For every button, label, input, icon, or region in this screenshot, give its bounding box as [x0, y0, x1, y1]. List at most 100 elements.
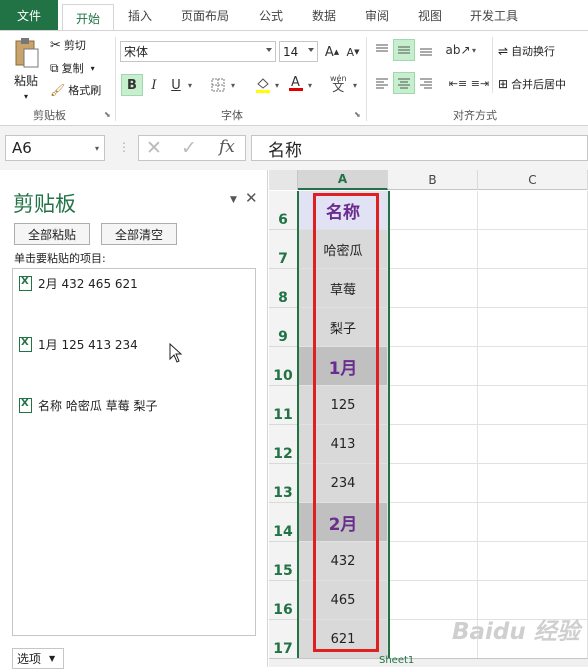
tab-view[interactable]: 视图: [418, 7, 442, 24]
row-header[interactable]: 9: [269, 308, 298, 347]
clipboard-item[interactable]: 2月 432 465 621: [19, 275, 138, 292]
row-header[interactable]: 11: [269, 386, 298, 425]
cell-b[interactable]: [390, 503, 478, 542]
decrease-font-icon[interactable]: A ▼: [342, 41, 364, 63]
chevron-down-icon[interactable]: ▾: [472, 46, 476, 55]
row-header[interactable]: 17: [269, 620, 298, 659]
tab-formulas[interactable]: 公式: [259, 7, 283, 24]
tab-home[interactable]: 开始: [62, 4, 114, 31]
cell-b[interactable]: [390, 191, 478, 230]
cell-a[interactable]: 1月: [299, 347, 388, 386]
cell-a[interactable]: 梨子: [299, 308, 388, 347]
row-header[interactable]: 14: [269, 503, 298, 542]
paste-button[interactable]: 粘贴 ▾: [8, 37, 44, 101]
name-box[interactable]: A6 ▾: [5, 135, 105, 161]
tab-insert[interactable]: 插入: [128, 7, 152, 24]
cell-a[interactable]: 2月: [299, 503, 388, 542]
tab-page-layout[interactable]: 页面布局: [181, 7, 229, 24]
italic-button[interactable]: I: [143, 74, 165, 96]
chevron-down-icon[interactable]: ▾: [188, 81, 192, 90]
align-left-icon[interactable]: [371, 72, 393, 94]
close-icon[interactable]: ✕: [245, 189, 258, 207]
row-header[interactable]: 8: [269, 269, 298, 308]
chevron-down-icon[interactable]: ▾: [95, 144, 99, 153]
row-header[interactable]: 16: [269, 581, 298, 620]
cell-a[interactable]: 413: [299, 425, 388, 464]
chevron-down-icon[interactable]: ▾: [353, 81, 357, 90]
row-header[interactable]: 10: [269, 347, 298, 386]
cell-b[interactable]: [390, 386, 478, 425]
increase-font-icon[interactable]: A ▲: [321, 41, 343, 63]
align-center-icon[interactable]: [393, 72, 415, 94]
align-middle-icon[interactable]: [393, 39, 415, 61]
chevron-down-icon[interactable]: ▾: [231, 81, 235, 90]
cell-a[interactable]: 432: [299, 542, 388, 581]
cell-a[interactable]: 125: [299, 386, 388, 425]
cell-a[interactable]: 哈密瓜: [299, 230, 388, 269]
cell-b[interactable]: [390, 347, 478, 386]
sheet-tab[interactable]: Sheet1: [379, 655, 414, 666]
row-header[interactable]: 15: [269, 542, 298, 581]
align-bottom-icon[interactable]: [415, 39, 437, 61]
column-header-c[interactable]: C: [478, 170, 588, 190]
cell-c[interactable]: [478, 308, 588, 347]
font-name-select[interactable]: 宋体: [120, 41, 276, 62]
options-button[interactable]: 选项 ▼: [12, 648, 64, 669]
row-header[interactable]: 13: [269, 464, 298, 503]
cell-c[interactable]: [478, 230, 588, 269]
dialog-launcher-icon[interactable]: ⬊: [104, 110, 111, 119]
cell-c[interactable]: [478, 425, 588, 464]
check-icon[interactable]: ✓: [181, 137, 197, 159]
chevron-down-icon[interactable]: ▾: [275, 81, 279, 90]
clipboard-item[interactable]: 1月 125 413 234: [19, 336, 138, 353]
bold-button[interactable]: B: [121, 74, 143, 96]
tab-data[interactable]: 数据: [312, 7, 336, 24]
cell-a[interactable]: 234: [299, 464, 388, 503]
tab-file[interactable]: 文件: [0, 0, 58, 30]
cell-b[interactable]: [390, 464, 478, 503]
tab-review[interactable]: 审阅: [365, 7, 389, 24]
cell-a[interactable]: 名称: [299, 191, 388, 230]
cell-c[interactable]: [478, 503, 588, 542]
underline-button[interactable]: U: [165, 74, 187, 96]
cell-a[interactable]: 草莓: [299, 269, 388, 308]
cell-c[interactable]: [478, 464, 588, 503]
decrease-indent-icon[interactable]: ⇤≡: [447, 72, 469, 94]
cell-c[interactable]: [478, 191, 588, 230]
formula-input[interactable]: 名称: [251, 135, 588, 161]
font-size-select[interactable]: 14: [279, 41, 318, 62]
cell-b[interactable]: [390, 425, 478, 464]
align-right-icon[interactable]: [415, 72, 437, 94]
clear-all-button[interactable]: 全部清空: [101, 223, 177, 245]
orientation-icon[interactable]: ab↗: [445, 39, 470, 61]
chevron-down-icon[interactable]: ▾: [308, 81, 312, 90]
cell-a[interactable]: 621: [299, 620, 388, 659]
format-painter-button[interactable]: 🖌 格式刷: [50, 82, 101, 98]
cell-b[interactable]: [390, 269, 478, 308]
cut-button[interactable]: ✂ 剪切: [50, 37, 86, 53]
pane-menu-icon[interactable]: ▼: [230, 195, 237, 205]
clipboard-item[interactable]: 名称 哈密瓜 草莓 梨子: [19, 397, 157, 414]
merge-center-button[interactable]: ⊞ 合并后居中: [498, 76, 566, 92]
fill-color-icon[interactable]: [252, 74, 274, 96]
copy-button[interactable]: ⧉ 复制 ▾: [50, 60, 95, 76]
insert-function-icon[interactable]: fx: [219, 137, 235, 157]
borders-icon[interactable]: [207, 74, 229, 96]
cell-c[interactable]: [478, 542, 588, 581]
cell-c[interactable]: [478, 269, 588, 308]
row-header[interactable]: 6: [269, 191, 298, 230]
cell-b[interactable]: [390, 230, 478, 269]
phonetic-guide-button[interactable]: wén 文: [330, 74, 347, 93]
paste-all-button[interactable]: 全部粘贴: [14, 223, 90, 245]
tab-developer[interactable]: 开发工具: [470, 7, 518, 24]
cell-b[interactable]: [390, 542, 478, 581]
cell-a[interactable]: 465: [299, 581, 388, 620]
select-all-corner[interactable]: [269, 170, 298, 190]
cell-c[interactable]: [478, 347, 588, 386]
align-top-icon[interactable]: [371, 39, 393, 61]
dialog-launcher-icon[interactable]: ⬊: [354, 110, 361, 119]
row-header[interactable]: 7: [269, 230, 298, 269]
row-header[interactable]: 12: [269, 425, 298, 464]
column-header-b[interactable]: B: [388, 170, 478, 190]
wrap-text-button[interactable]: ⇌ 自动换行: [498, 43, 555, 59]
